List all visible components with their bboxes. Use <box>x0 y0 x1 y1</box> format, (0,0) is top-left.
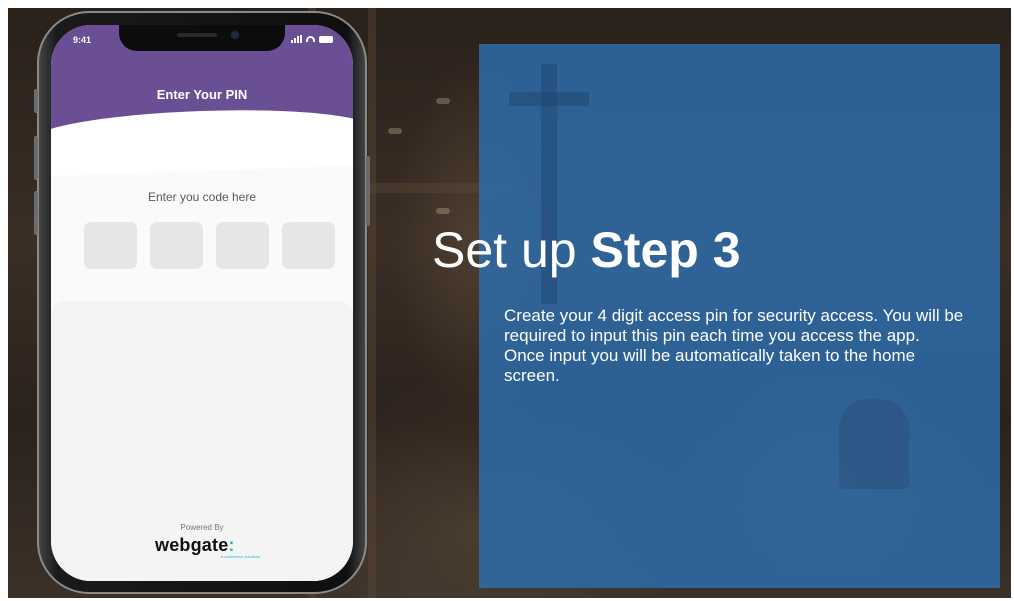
step-heading: Set up Step 3 <box>432 220 741 280</box>
pin-digit-4[interactable] <box>282 222 335 269</box>
phone-notch <box>119 25 285 51</box>
signal-icon <box>291 35 302 43</box>
pin-prompt: Enter you code here <box>147 190 257 204</box>
step-description: Create your 4 digit access pin for secur… <box>504 306 964 385</box>
heading-step: Step 3 <box>590 222 741 278</box>
status-time: 9:41 <box>73 35 92 45</box>
pin-digit-1[interactable] <box>84 222 137 269</box>
status-icons <box>291 35 333 43</box>
wifi-icon <box>306 36 315 42</box>
pin-input-row <box>84 222 335 269</box>
pin-digit-2[interactable] <box>150 222 203 269</box>
powered-by-label: Powered By <box>180 523 224 532</box>
screen-title: Enter Your PIN <box>156 87 248 102</box>
logo-colon: : <box>228 535 235 555</box>
phone-screen: 9:41 Enter Your PIN Enter you code here … <box>51 25 353 581</box>
webgate-logo: webgate: <box>155 535 235 556</box>
battery-icon <box>319 35 333 43</box>
logo-tagline: e-commerce solutions <box>221 554 261 559</box>
heading-prefix: Set up <box>432 222 591 278</box>
pin-digit-3[interactable] <box>216 222 269 269</box>
phone-mockup: 9:41 Enter Your PIN Enter you code here … <box>34 11 370 594</box>
front-camera-icon <box>231 31 239 39</box>
logo-text: webgate <box>155 535 229 555</box>
